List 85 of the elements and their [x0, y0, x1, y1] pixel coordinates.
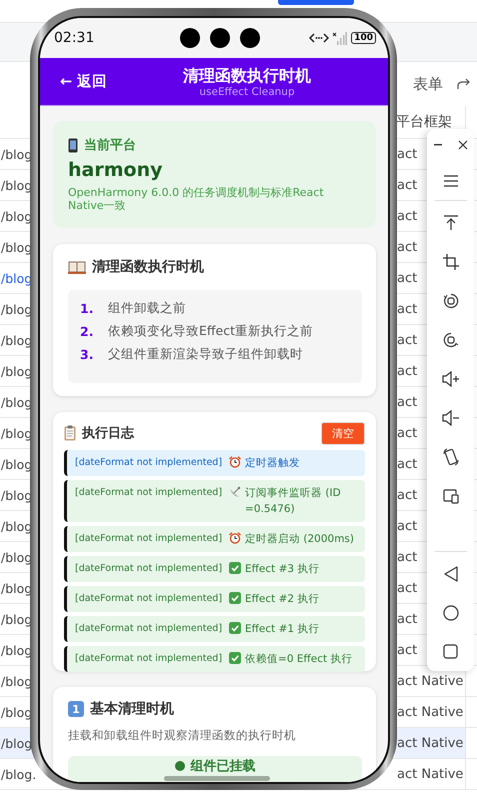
log-time: [dateFormat not implemented]	[75, 652, 222, 666]
page-title: 清理函数执行时机	[183, 66, 311, 86]
check-icon	[229, 562, 242, 574]
card-title: 执行日志	[82, 424, 136, 442]
table-cell-text: act	[396, 456, 418, 474]
page-subtitle: useEffect Cleanup	[199, 86, 295, 98]
menu-icon[interactable]	[442, 174, 458, 186]
table-cell-text: act	[396, 238, 418, 256]
list-number: 1.	[80, 301, 90, 316]
log-message: 依赖值=0 Effect 执行	[245, 652, 352, 667]
table-cell-text: act	[396, 176, 418, 194]
table-cell-text: act	[396, 300, 418, 318]
table-cell-text: act	[396, 270, 418, 288]
back-triangle-icon[interactable]	[444, 566, 458, 582]
table-cell: act Native	[395, 728, 465, 758]
table-cell-text: act	[396, 424, 418, 442]
status-text: 组件已挂载	[190, 759, 256, 774]
log-message: Effect #3 执行	[245, 562, 320, 577]
crop-icon[interactable]	[442, 254, 458, 270]
log-time: [dateFormat not implemented]	[75, 562, 222, 576]
list-item: 父组件重新渲染导致子组件卸载时	[108, 346, 303, 363]
table-cell-text: /blog.	[0, 766, 38, 784]
table-cell-text: act	[396, 332, 418, 350]
column-header: 平台框架	[395, 113, 453, 131]
phone-icon	[68, 138, 78, 152]
minimize-icon[interactable]	[434, 144, 444, 146]
back-button[interactable]: ← 返回	[40, 72, 126, 91]
table-cell-text: act Native	[396, 766, 464, 784]
table-cell-text: act	[396, 146, 418, 164]
table-cell-text: act	[396, 208, 418, 226]
close-icon[interactable]	[458, 140, 468, 150]
clipboard-icon	[64, 425, 76, 441]
rotate-device-icon[interactable]	[442, 448, 458, 466]
alarm-clock-icon	[229, 532, 242, 544]
table-cell-text: act	[396, 486, 418, 504]
log-message: Effect #2 执行	[245, 592, 320, 607]
check-icon	[229, 652, 242, 664]
platform-description: OpenHarmony 6.0.0 的任务调度机制与标准React Native一致	[68, 186, 325, 212]
log-time: [dateFormat not implemented]	[75, 592, 222, 606]
devices-icon[interactable]	[442, 488, 458, 504]
alarm-clock-icon	[229, 456, 242, 468]
volume-up-icon[interactable]	[442, 370, 460, 386]
list-number: 3.	[80, 347, 90, 362]
share-icon[interactable]	[457, 78, 471, 90]
log-message: 定时器启动 (2000ms)	[245, 532, 354, 547]
list-item: 依赖项变化导致Effect重新执行之前	[108, 323, 313, 340]
card-description: 挂载和卸载组件时观察清理函数的执行时机	[68, 728, 297, 743]
platform-name: harmony	[68, 159, 164, 181]
volume-down-icon[interactable]	[442, 410, 460, 426]
platform-label: 当前平台	[84, 137, 136, 154]
log-time: [dateFormat not implemented]	[75, 456, 222, 470]
book-icon	[68, 260, 86, 274]
rotate-right-icon[interactable]	[442, 332, 458, 348]
link-icon	[309, 32, 330, 44]
card-title: 清理函数执行时机	[92, 258, 204, 276]
table-cell-text: act	[396, 548, 418, 566]
check-icon	[229, 592, 242, 604]
number-badge: 1	[68, 701, 84, 717]
table-cell-text: act	[396, 362, 418, 380]
list-item: 组件卸载之前	[108, 300, 186, 317]
rotate-left-icon[interactable]	[442, 292, 458, 308]
battery-level: 100	[351, 32, 376, 44]
log-time: [dateFormat not implemented]	[75, 622, 222, 636]
status-time: 02:31	[54, 30, 96, 46]
signal-icon	[333, 32, 348, 44]
table-cell-text: act	[396, 580, 418, 598]
table-cell-text: act	[396, 610, 418, 628]
arrow-to-top-icon[interactable]	[442, 214, 458, 230]
log-message: 定时器触发	[245, 456, 300, 471]
satellite-dish-icon	[229, 486, 242, 498]
log-message: 订阅事件监听器 (ID =0.5476)	[245, 486, 342, 517]
card-title: 基本清理时机	[90, 700, 174, 718]
check-icon	[229, 622, 242, 634]
recent-square-icon[interactable]	[443, 644, 458, 659]
table-cell-text: act Native	[396, 672, 464, 690]
table-cell-text: act	[396, 518, 418, 536]
home-circle-icon[interactable]	[442, 604, 458, 620]
list-number: 2.	[80, 324, 90, 339]
log-time: [dateFormat not implemented]	[75, 532, 222, 546]
table-cell-text: act	[396, 642, 418, 660]
table-cell-text: act Native	[396, 704, 464, 722]
table-cell-text: act	[396, 394, 418, 412]
log-message: Effect #1 执行	[245, 622, 320, 637]
log-time: [dateFormat not implemented]	[75, 486, 222, 500]
form-link[interactable]: 表单	[413, 74, 443, 94]
